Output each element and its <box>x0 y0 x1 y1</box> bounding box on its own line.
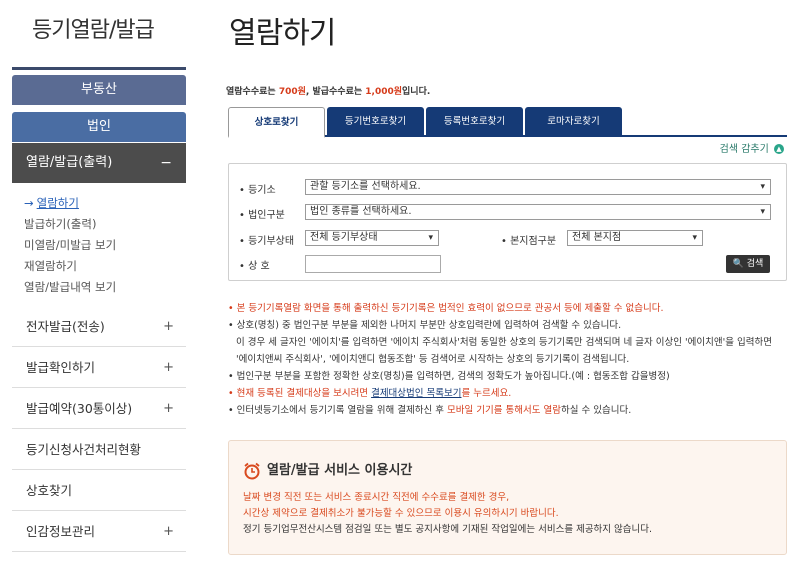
sidebar-item-name-search[interactable]: 상호찾기 <box>12 471 186 511</box>
chevron-up-icon: ▲ <box>774 144 784 154</box>
notice-legal: • 본 등기기록열람 화면을 통해 출력하신 등기기록은 법적인 효력이 없으므… <box>228 303 664 314</box>
alarm-clock-icon <box>244 462 260 479</box>
search-button-label: 검색 <box>746 259 764 269</box>
search-button[interactable]: 🔍 검색 <box>726 255 770 273</box>
tab-by-roman[interactable]: 로마자로찾기 <box>525 107 622 136</box>
issue-fee: 1,000원 <box>365 87 403 97</box>
search-toggle[interactable]: 검색 감추기 ▲ <box>720 140 784 155</box>
corp-type-select-value: 법인 종류를 선택하세요. <box>310 206 412 217</box>
chevron-down-icon: ▾ <box>760 182 765 192</box>
service-hours-line-1: 날짜 변경 직전 또는 서비스 종료시간 직전에 수수료를 결제한 경우, <box>243 492 510 503</box>
menu-realestate[interactable]: 부동산 <box>12 75 186 105</box>
sidebar-item-label: 발급확인하기 <box>26 360 96 375</box>
payment-list-link[interactable]: 결제대상법인 목록보기 <box>371 388 461 399</box>
submenu: → 열람하기 발급하기(출력) 미열람/미발급 보기 재열람하기 열람/발급내역 … <box>24 193 116 298</box>
chevron-down-icon: ▾ <box>692 233 697 243</box>
fee-suffix: 입니다. <box>402 87 431 97</box>
service-hours-lines: 날짜 변경 직전 또는 서비스 종료시간 직전에 수수료를 결제한 경우, 시간… <box>243 490 652 538</box>
sidebar-item-e-issue[interactable]: 전자발급(전송) + <box>12 307 186 347</box>
sidebar-item-label: 전자발급(전송) <box>26 319 105 334</box>
status-label: • 등기부상태 <box>239 236 295 247</box>
service-hours-box: 열람/발급 서비스 이용시간 날짜 변경 직전 또는 서비스 종료시간 직전에 … <box>228 440 787 555</box>
sidebar-item-label: 인감정보관리 <box>26 524 96 539</box>
sidebar-item-verify[interactable]: 발급확인하기 + <box>12 348 186 388</box>
fee-info: 열람수수료는 700원, 발급수수료는 1,000원입니다. <box>226 84 430 97</box>
notice-accuracy: • 법인구분 부분을 포함한 정확한 상호(명칭)를 입력하면, 검색의 정확도… <box>228 371 670 382</box>
registry-select-value: 관할 등기소를 선택하세요. <box>310 181 421 192</box>
plus-icon: + <box>163 524 174 539</box>
notice-mobile-suffix: 하실 수 있습니다. <box>560 405 632 416</box>
corp-type-select[interactable]: 법인 종류를 선택하세요. ▾ <box>305 204 771 220</box>
submenu-item-issue[interactable]: 발급하기(출력) <box>24 214 116 235</box>
corp-type-label: • 법인구분 <box>239 210 285 221</box>
service-hours-title-text: 열람/발급 서비스 이용시간 <box>267 463 413 478</box>
company-name-label: • 상 호 <box>239 261 270 272</box>
collapse-icon[interactable]: − <box>160 143 172 183</box>
submenu-item-review[interactable]: 재열람하기 <box>24 256 116 277</box>
menu-view-issue-label: 열람/발급(출력) <box>26 155 113 170</box>
notice-name-example-2: '에이치앤씨 주식회사', '에이치앤디 협동조합' 등 검색어로 시작하는 상… <box>236 354 630 365</box>
service-hours-line-3: 정기 등기업무전산시스템 점검일 또는 별도 공지사항에 기재된 작업일에는 서… <box>243 524 653 535</box>
status-select-value: 전체 등기부상태 <box>310 232 378 243</box>
fee-prefix: 열람수수료는 <box>226 87 279 97</box>
submenu-item-view-label: 열람하기 <box>36 196 79 210</box>
plus-icon: + <box>163 360 174 375</box>
notice-name-example: 이 경우 세 글자인 '에이치'를 입력하면 '에이치 주식회사'처럼 동일한 … <box>236 337 772 348</box>
chevron-down-icon: ▾ <box>428 233 433 243</box>
service-hours-line-2: 시간상 제약으로 결제취소가 불가능할 수 있으므로 이용시 유의하시기 바랍니… <box>243 508 559 519</box>
registry-select[interactable]: 관할 등기소를 선택하세요. ▾ <box>305 179 771 195</box>
registry-label: • 등기소 <box>239 185 276 196</box>
notice-payment-suffix: 를 누르세요. <box>461 388 512 399</box>
submenu-item-history[interactable]: 열람/발급내역 보기 <box>24 277 116 298</box>
arrow-right-icon: → <box>24 196 34 210</box>
status-select[interactable]: 전체 등기부상태 ▾ <box>305 230 439 246</box>
sidebar-item-seal[interactable]: 인감정보관리 + <box>12 512 186 552</box>
sidebar-title: 등기열람/발급 <box>32 18 155 43</box>
notice-payment-list: • 현재 등록된 결제대상을 보시려면 결제대상법인 목록보기를 누르세요. <box>228 385 787 402</box>
search-tabs: 상호로찾기 등기번호로찾기 등록번호로찾기 로마자로찾기 <box>228 107 787 138</box>
branch-select-value: 전체 본지점 <box>572 232 622 243</box>
branch-select[interactable]: 전체 본지점 ▾ <box>567 230 703 246</box>
plus-icon: + <box>163 319 174 334</box>
service-hours-title: 열람/발급 서비스 이용시간 <box>243 459 412 480</box>
tab-by-id-number[interactable]: 등록번호로찾기 <box>426 107 523 136</box>
tab-by-name[interactable]: 상호로찾기 <box>228 107 325 138</box>
notice-mobile-text: • 인터넷등기소에서 등기기록 열람을 위해 결제하신 후 <box>228 405 448 416</box>
sidebar-item-label: 발급예약(30통이상) <box>26 401 133 416</box>
tab-by-reg-number[interactable]: 등기번호로찾기 <box>327 107 424 136</box>
search-toggle-label: 검색 감추기 <box>719 144 769 155</box>
notice-mobile: • 인터넷등기소에서 등기기록 열람을 위해 결제하신 후 모바일 기기를 통해… <box>228 402 787 419</box>
search-form: • 등기소 관할 등기소를 선택하세요. ▾ • 법인구분 법인 종류를 선택하… <box>228 163 787 281</box>
sidebar-item-reserve[interactable]: 발급예약(30통이상) + <box>12 389 186 429</box>
fee-mid: , 발급수수료는 <box>305 87 366 97</box>
sidebar-divider <box>12 67 186 70</box>
submenu-item-pending[interactable]: 미열람/미발급 보기 <box>24 235 116 256</box>
menu-view-issue[interactable]: 열람/발급(출력) − <box>12 143 186 183</box>
notice-list: • 본 등기기록열람 화면을 통해 출력하신 등기기록은 법적인 효력이 없으므… <box>228 300 787 419</box>
sidebar-item-label: 등기신청사건처리현황 <box>26 442 142 457</box>
notice-mobile-highlight: 모바일 기기를 통해서도 열람 <box>447 405 561 416</box>
page-title: 열람하기 <box>229 16 336 51</box>
search-icon: 🔍 <box>732 259 744 269</box>
sidebar: 등기열람/발급 부동산 법인 열람/발급(출력) − → 열람하기 발급하기(출력… <box>12 0 186 567</box>
company-name-input[interactable] <box>305 255 441 273</box>
chevron-down-icon: ▾ <box>760 207 765 217</box>
sidebar-item-status[interactable]: 등기신청사건처리현황 <box>12 430 186 470</box>
sidebar-item-label: 상호찾기 <box>26 483 73 498</box>
submenu-item-view[interactable]: → 열람하기 <box>24 193 116 214</box>
view-fee: 700원 <box>278 87 306 97</box>
notice-name-rule: • 상호(명칭) 중 법인구분 부분을 제외한 나머지 부분만 상호입력란에 입… <box>228 320 622 331</box>
menu-corp[interactable]: 법인 <box>12 112 186 142</box>
plus-icon: + <box>163 401 174 416</box>
notice-payment-text: • 현재 등록된 결제대상을 보시려면 <box>228 388 372 399</box>
branch-label: • 본지점구분 <box>501 236 557 247</box>
